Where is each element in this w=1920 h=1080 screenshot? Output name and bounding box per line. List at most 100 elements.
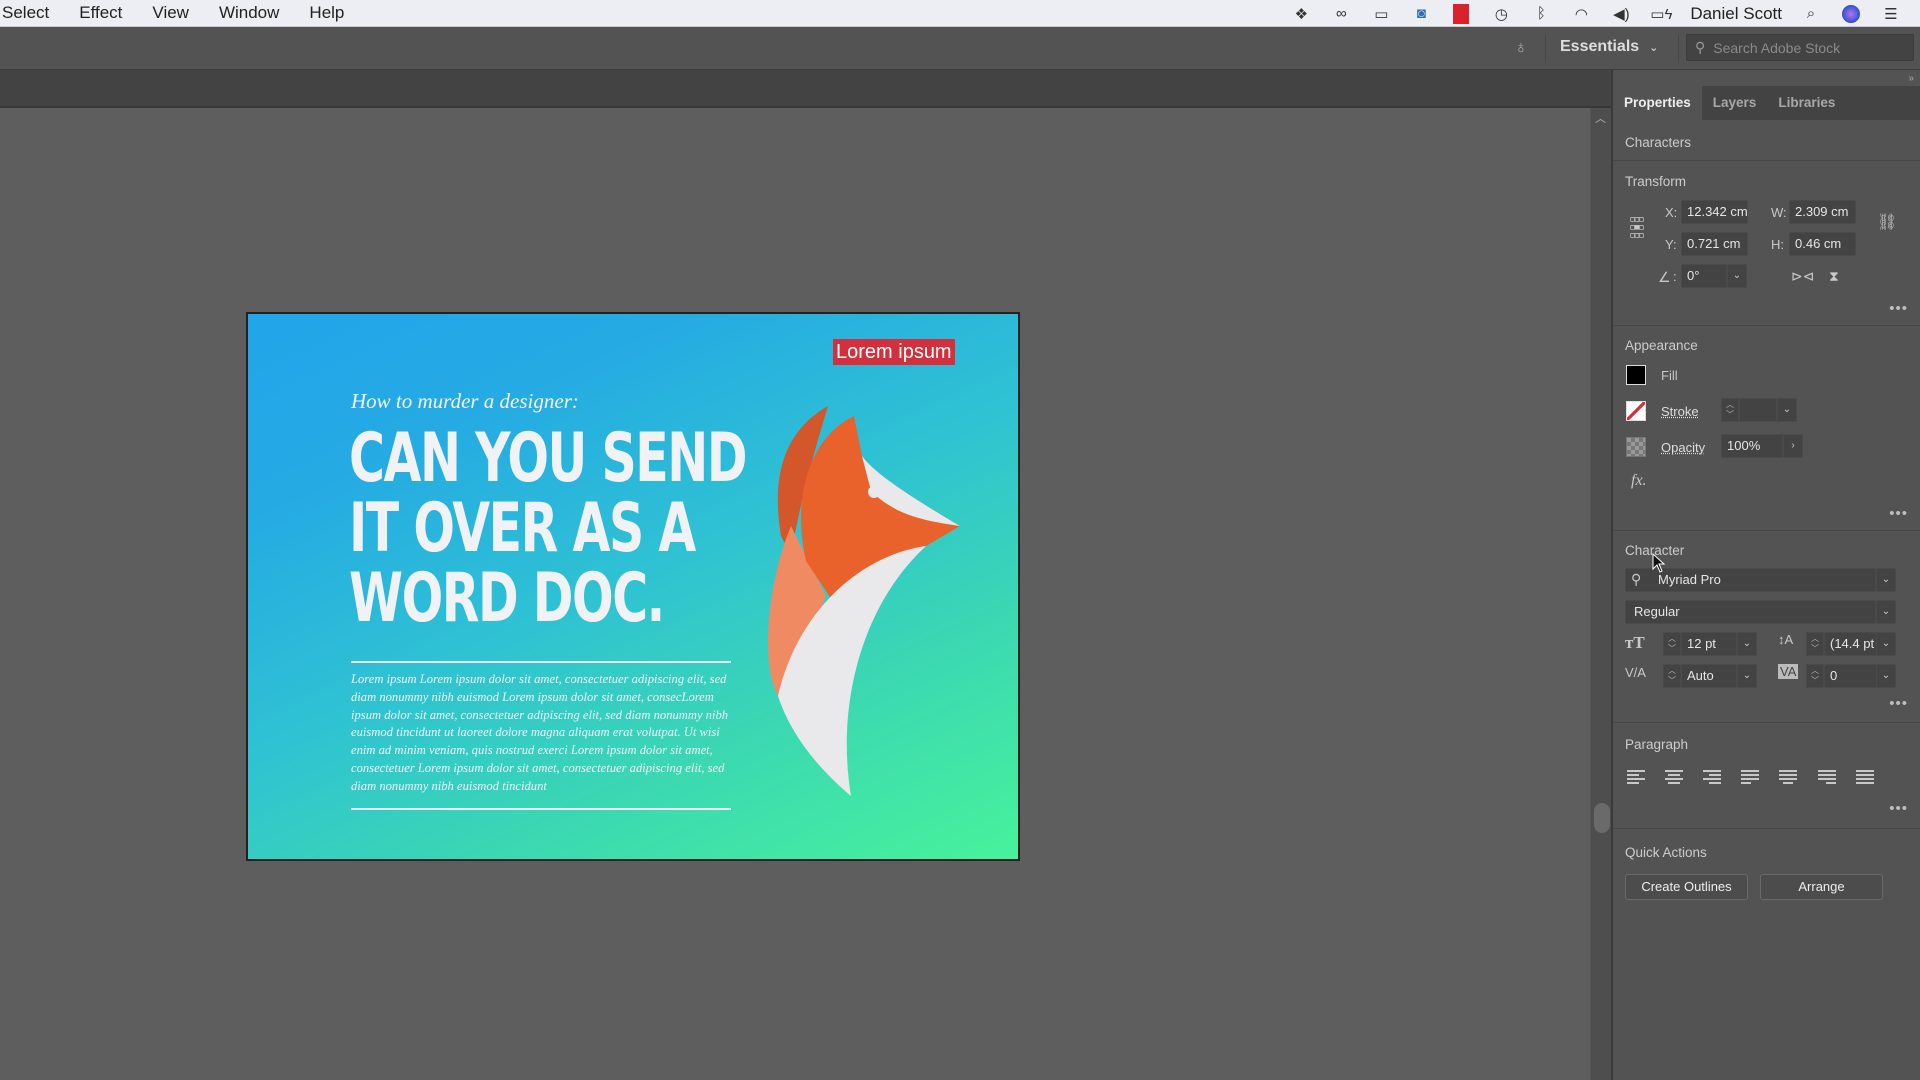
constrain-proportions-icon[interactable]: ⛓ <box>1877 212 1897 232</box>
kerning-stepper[interactable]: ︿ ﹀ <box>1663 664 1681 688</box>
x-field[interactable]: 12.342 cm <box>1681 200 1748 224</box>
menu-effect[interactable]: Effect <box>79 3 122 23</box>
wifi-icon[interactable]: ◠ <box>1570 5 1592 23</box>
font-style-field[interactable]: Regular <box>1625 600 1876 624</box>
user-name[interactable]: Daniel Scott <box>1690 4 1782 24</box>
arrange-button[interactable]: Arrange <box>1760 874 1883 900</box>
tab-libraries[interactable]: Libraries <box>1767 86 1846 120</box>
leading-stepper[interactable]: ︿ ﹀ <box>1806 632 1824 656</box>
stroke-label[interactable]: Stroke <box>1661 404 1699 419</box>
kerning-dropdown[interactable]: ⌄ <box>1737 664 1757 688</box>
camera-icon[interactable]: ◙ <box>1410 5 1432 23</box>
align-left-button[interactable] <box>1627 770 1649 788</box>
transform-more-options[interactable]: ••• <box>1889 300 1908 317</box>
flip-vertical-icon[interactable]: ⧗ <box>1829 268 1839 285</box>
rotate-angle-icon: ∠ <box>1658 269 1671 285</box>
menu-window[interactable]: Window <box>219 3 279 23</box>
divider-line[interactable] <box>351 661 731 663</box>
creative-cloud-icon[interactable]: ∞ <box>1330 5 1352 23</box>
opacity-expand[interactable]: › <box>1783 434 1803 458</box>
x-label: X: <box>1665 205 1678 220</box>
divider <box>1545 35 1546 63</box>
tab-layers[interactable]: Layers <box>1702 86 1768 120</box>
justify-all-button[interactable] <box>1856 770 1878 788</box>
headline-line: IT OVER AS A <box>349 489 696 568</box>
headline-line: WORD DOC. <box>349 559 665 638</box>
tracking-stepper[interactable]: ︿ ﹀ <box>1806 664 1824 688</box>
flip-horizontal-icon[interactable]: ⊳⊲ <box>1791 268 1814 285</box>
appearance-more-options[interactable]: ••• <box>1889 505 1908 522</box>
vertical-scrollbar[interactable]: ︿ <box>1590 108 1611 1080</box>
artboard[interactable]: How to murder a designer: CAN YOU SEND I… <box>246 312 1020 861</box>
tracking-field[interactable]: 0 <box>1824 664 1877 688</box>
leading-field[interactable]: (14.4 pt <box>1824 632 1877 656</box>
menu-view[interactable]: View <box>152 3 189 23</box>
leading-dropdown[interactable]: ⌄ <box>1876 632 1896 656</box>
fill-swatch[interactable] <box>1626 365 1646 385</box>
font-size-field[interactable]: 12 pt <box>1681 632 1737 656</box>
film-icon[interactable] <box>1450 3 1472 24</box>
menu-help[interactable]: Help <box>309 3 344 23</box>
panel-tabs: Properties Layers Libraries <box>1613 86 1920 120</box>
lightbulb-icon[interactable]: ♁ <box>1510 37 1532 61</box>
scroll-up-icon[interactable]: ︿ <box>1595 110 1606 126</box>
font-family-dropdown[interactable]: ⌄ <box>1876 568 1896 592</box>
paragraph-title: Paragraph <box>1625 737 1689 752</box>
document-tab-strip <box>0 70 1611 108</box>
workspace-label: Essentials <box>1560 38 1640 55</box>
justify-last-center-button[interactable] <box>1779 770 1801 788</box>
battery-icon[interactable]: ▭ϟ <box>1650 5 1672 23</box>
y-label: Y: <box>1665 237 1677 252</box>
paragraph-more-options[interactable]: ••• <box>1889 800 1908 817</box>
fox-illustration[interactable] <box>766 406 986 796</box>
volume-icon[interactable]: ◀) <box>1610 5 1632 23</box>
font-style-dropdown[interactable]: ⌄ <box>1876 600 1896 624</box>
artboard-body-text[interactable]: Lorem ipsum Lorem ipsum dolor sit amet, … <box>351 671 736 796</box>
tracking-dropdown[interactable]: ⌄ <box>1876 664 1896 688</box>
justify-last-left-button[interactable] <box>1741 770 1763 788</box>
divider-line[interactable] <box>351 808 731 810</box>
workspace-switcher[interactable]: Essentials ⌄ <box>1560 38 1658 56</box>
adobe-stock-search[interactable]: ⚲ <box>1686 34 1914 61</box>
stroke-weight-field[interactable] <box>1739 398 1777 422</box>
time-machine-icon[interactable]: ◷ <box>1490 5 1512 23</box>
character-more-options[interactable]: ••• <box>1889 695 1908 712</box>
stroke-stepper[interactable]: ︿ ﹀ <box>1721 398 1739 422</box>
align-right-button[interactable] <box>1703 770 1725 788</box>
artboard-subhead[interactable]: How to murder a designer: <box>351 389 579 414</box>
selected-text-badge[interactable]: Lorem ipsum <box>833 339 955 365</box>
application-bar: ♁ Essentials ⌄ ⚲ <box>0 27 1920 70</box>
menu-select[interactable]: Select <box>2 3 49 23</box>
align-center-button[interactable] <box>1665 770 1687 788</box>
opacity-field[interactable]: 100% <box>1721 434 1783 458</box>
fx-effects-button[interactable]: fx. <box>1631 472 1647 490</box>
spotlight-search-icon[interactable]: ⌕ <box>1800 5 1822 23</box>
stroke-dropdown[interactable]: ⌄ <box>1777 398 1797 422</box>
y-field[interactable]: 0.721 cm <box>1681 232 1748 256</box>
create-outlines-button[interactable]: Create Outlines <box>1625 874 1748 900</box>
bluetooth-icon[interactable]: ᛒ <box>1530 5 1552 23</box>
kerning-field[interactable]: Auto <box>1681 664 1737 688</box>
dropbox-icon[interactable]: ❖ <box>1290 5 1312 23</box>
w-field[interactable]: 2.309 cm <box>1789 200 1856 224</box>
notification-center-icon[interactable]: ☰ <box>1880 5 1902 23</box>
font-size-stepper[interactable]: ︿ ﹀ <box>1663 632 1681 656</box>
display-icon[interactable]: ▭ <box>1370 5 1392 23</box>
h-field[interactable]: 0.46 cm <box>1789 232 1856 256</box>
font-size-dropdown[interactable]: ⌄ <box>1737 632 1757 656</box>
tab-properties[interactable]: Properties <box>1613 86 1702 120</box>
divider <box>1613 160 1920 161</box>
rotate-field[interactable]: 0° <box>1681 264 1727 288</box>
leading-icon: ↕A <box>1778 632 1794 647</box>
artboard-headline[interactable]: CAN YOU SEND IT OVER AS A WORD DOC. <box>349 424 747 638</box>
transform-title: Transform <box>1625 174 1687 189</box>
reference-point-icon[interactable]: ▫▫▫ ▫▪▫ ▫▫▫ <box>1625 210 1647 244</box>
scrollbar-thumb[interactable] <box>1594 803 1610 833</box>
collapse-panel-icon[interactable]: » <box>1908 73 1914 84</box>
rotate-dropdown[interactable]: ⌄ <box>1727 264 1747 288</box>
opacity-label[interactable]: Opacity <box>1661 440 1705 455</box>
stroke-swatch[interactable] <box>1626 401 1646 421</box>
justify-last-right-button[interactable] <box>1818 770 1840 788</box>
siri-icon[interactable] <box>1840 4 1862 23</box>
stock-search-input[interactable] <box>1713 39 1894 56</box>
